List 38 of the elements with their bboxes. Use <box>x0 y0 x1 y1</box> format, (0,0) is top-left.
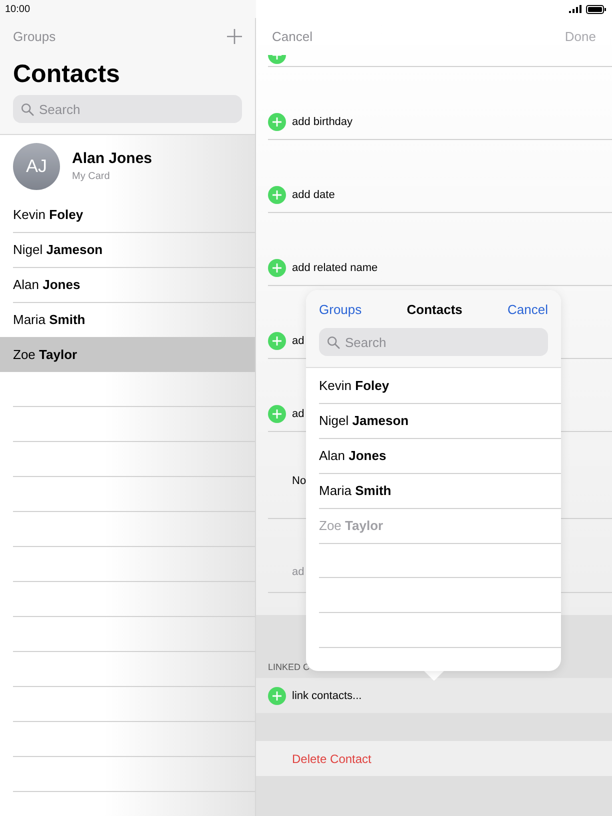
page-title: Contacts <box>13 60 121 89</box>
add-icon[interactable] <box>268 186 286 204</box>
add-field-button[interactable]: add birthday <box>292 113 353 131</box>
add-icon[interactable] <box>268 332 286 350</box>
add-icon[interactable] <box>268 113 286 131</box>
groups-button[interactable]: Groups <box>319 302 362 316</box>
add-icon[interactable] <box>227 29 242 44</box>
popover-title: Contacts <box>406 302 462 316</box>
cancel-button[interactable]: Cancel <box>508 302 548 316</box>
status-time: 10:00 <box>5 4 30 14</box>
contact-row[interactable]: Nigel Jameson <box>0 232 255 267</box>
search-field[interactable]: Search <box>319 328 548 356</box>
contact-row[interactable]: Maria Smith <box>319 473 561 508</box>
contact-row[interactable]: Kevin Foley <box>0 197 255 232</box>
search-field[interactable]: Search <box>13 95 242 123</box>
add-field-button[interactable]: add related name <box>292 259 378 277</box>
battery-icon <box>586 4 606 14</box>
add-field-button[interactable]: add date <box>292 186 335 204</box>
contact-row[interactable]: Maria Smith <box>0 302 255 337</box>
search-icon <box>327 336 340 349</box>
link-contacts-button[interactable]: link contacts... <box>292 690 362 702</box>
contact-row[interactable]: Alan Jones <box>319 438 561 473</box>
contact-row[interactable]: Nigel Jameson <box>319 403 561 438</box>
contact-row[interactable]: Zoe Taylor <box>0 337 255 372</box>
add-field-button[interactable]: ad <box>292 405 304 423</box>
my-card-label: My Card <box>72 171 111 182</box>
field-label: No <box>292 474 306 489</box>
avatar: AJ <box>13 142 60 190</box>
add-icon[interactable] <box>268 259 286 277</box>
add-icon[interactable] <box>268 686 286 704</box>
add-field-button[interactable]: ad <box>292 332 304 350</box>
contact-row[interactable]: Kevin Foley <box>319 368 561 403</box>
contact-row[interactable]: Alan Jones <box>0 267 255 302</box>
search-icon <box>21 103 34 116</box>
add-icon[interactable] <box>268 405 286 423</box>
delete-contact-button[interactable]: Delete Contact <box>292 752 372 766</box>
my-card-name: Alan Jones <box>72 150 152 167</box>
signal-icon <box>569 5 582 13</box>
